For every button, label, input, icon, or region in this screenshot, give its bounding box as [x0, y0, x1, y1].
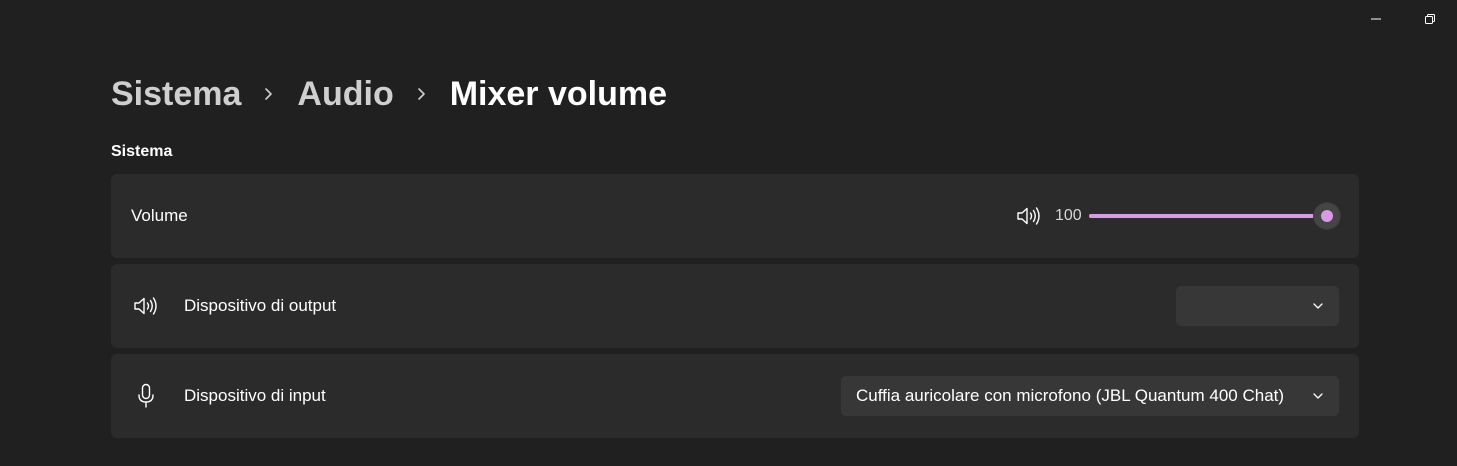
volume-slider[interactable] [1089, 201, 1341, 231]
volume-label: Volume [131, 206, 188, 225]
chevron-down-icon [1311, 299, 1325, 313]
breadcrumb-item-audio[interactable]: Audio [297, 75, 393, 114]
minimize-icon [1371, 18, 1381, 20]
volume-value: 100 [1055, 207, 1082, 224]
breadcrumb: Sistema Audio Mixer volume [111, 72, 667, 116]
output-device-dropdown[interactable] [1176, 286, 1339, 326]
section-title: Sistema [111, 143, 173, 160]
window-caption-buttons [1349, 0, 1457, 38]
speaker-icon[interactable] [1015, 202, 1043, 230]
settings-window: Sistema Audio Mixer volume Sistema Volum… [0, 0, 1457, 466]
input-device-label: Dispositivo di input [184, 386, 326, 405]
chevron-right-icon [241, 87, 297, 101]
output-device-card: Dispositivo di output [111, 264, 1359, 348]
input-device-selected: Cuffia auricolare con microfono (JBL Qua… [856, 386, 1285, 405]
speaker-icon [132, 292, 160, 320]
volume-control: 100 [1015, 201, 1341, 231]
input-device-dropdown[interactable]: Cuffia auricolare con microfono (JBL Qua… [841, 376, 1339, 416]
volume-card: Volume 100 [111, 174, 1359, 258]
chevron-down-icon [1311, 389, 1325, 403]
chevron-right-icon [394, 87, 450, 101]
restore-icon [1425, 14, 1435, 24]
minimize-button[interactable] [1349, 0, 1403, 38]
microphone-icon [132, 382, 160, 410]
page-title: Mixer volume [449, 74, 668, 113]
breadcrumb-item-sistema[interactable]: Sistema [111, 75, 241, 114]
slider-thumb-dot [1321, 210, 1333, 222]
slider-fill [1089, 214, 1327, 218]
slider-thumb[interactable] [1314, 203, 1340, 229]
restore-button[interactable] [1403, 0, 1457, 38]
output-device-label: Dispositivo di output [184, 296, 337, 315]
input-device-card: Dispositivo di input Cuffia auricolare c… [111, 354, 1359, 438]
